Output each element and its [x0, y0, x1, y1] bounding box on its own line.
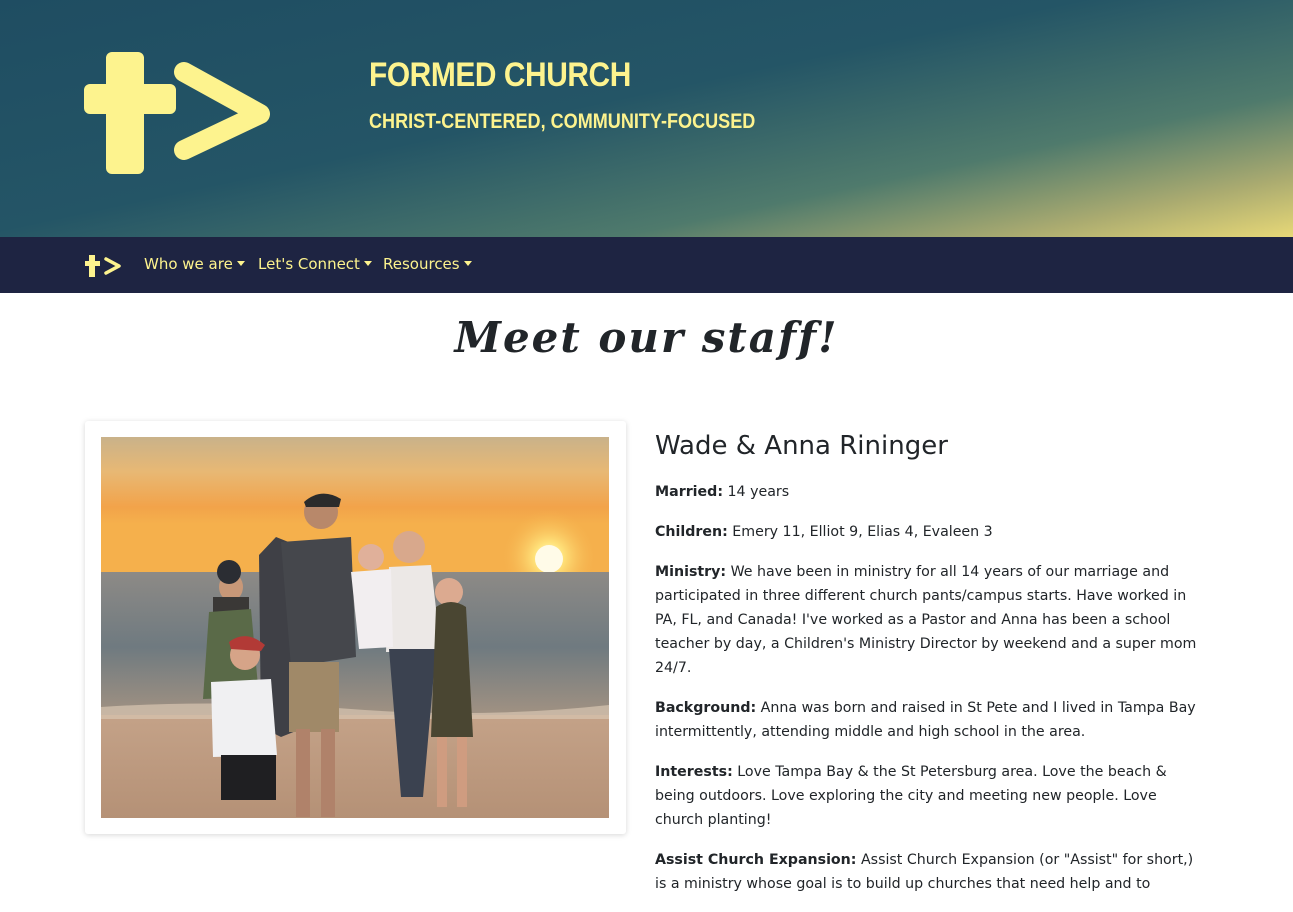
bio-assist: Assist Church Expansion: Assist Church E… — [655, 848, 1200, 896]
nav-brand-logo-icon[interactable] — [84, 255, 122, 277]
nav-lets-connect-label: Let's Connect — [258, 255, 360, 273]
site-tagline: Christ-Centered, Community-Focused — [369, 110, 756, 133]
bio-text: We have been in ministry for all 14 year… — [655, 564, 1197, 676]
bio-label: Ministry: — [655, 564, 727, 580]
bio-ministry: Ministry: We have been in ministry for a… — [655, 560, 1200, 680]
hero-banner: Formed Church Christ-Centered, Community… — [0, 0, 1293, 237]
nav-who-we-are-label: Who we are — [144, 255, 233, 273]
page-title: Meet our staff! — [454, 313, 839, 362]
nav-resources-label: Resources — [383, 255, 460, 273]
bio-label: Children: — [655, 524, 728, 540]
main-navbar: Who we are Let's Connect Resources — [0, 237, 1293, 293]
bio-text: Emery 11, Elliot 9, Elias 4, Evaleen 3 — [727, 524, 993, 540]
nav-who-we-are[interactable]: Who we are — [144, 255, 245, 273]
staff-name: Wade & Anna Rininger — [655, 431, 948, 461]
bio-label: Married: — [655, 484, 724, 500]
bio-label: Interests: — [655, 764, 733, 780]
bio-married: Married: 14 years — [655, 480, 1200, 504]
nav-resources[interactable]: Resources — [383, 255, 472, 273]
cross-arrow-logo-icon — [84, 52, 270, 174]
bio-text: 14 years — [723, 484, 790, 500]
staff-bio: Wade & Anna Rininger Married: 14 years C… — [655, 428, 1200, 912]
staff-family-photo — [101, 437, 609, 818]
nav-lets-connect[interactable]: Let's Connect — [258, 255, 372, 273]
bio-background: Background: Anna was born and raised in … — [655, 696, 1200, 744]
bio-label: Assist Church Expansion: — [655, 852, 857, 868]
bio-interests: Interests: Love Tampa Bay & the St Peter… — [655, 760, 1200, 832]
bio-label: Background: — [655, 700, 757, 716]
site-title: Formed Church — [369, 56, 631, 94]
caret-down-icon — [363, 261, 372, 266]
caret-down-icon — [463, 261, 472, 266]
bio-children: Children: Emery 11, Elliot 9, Elias 4, E… — [655, 520, 1200, 544]
caret-down-icon — [236, 261, 245, 266]
staff-photo-card — [85, 421, 626, 834]
